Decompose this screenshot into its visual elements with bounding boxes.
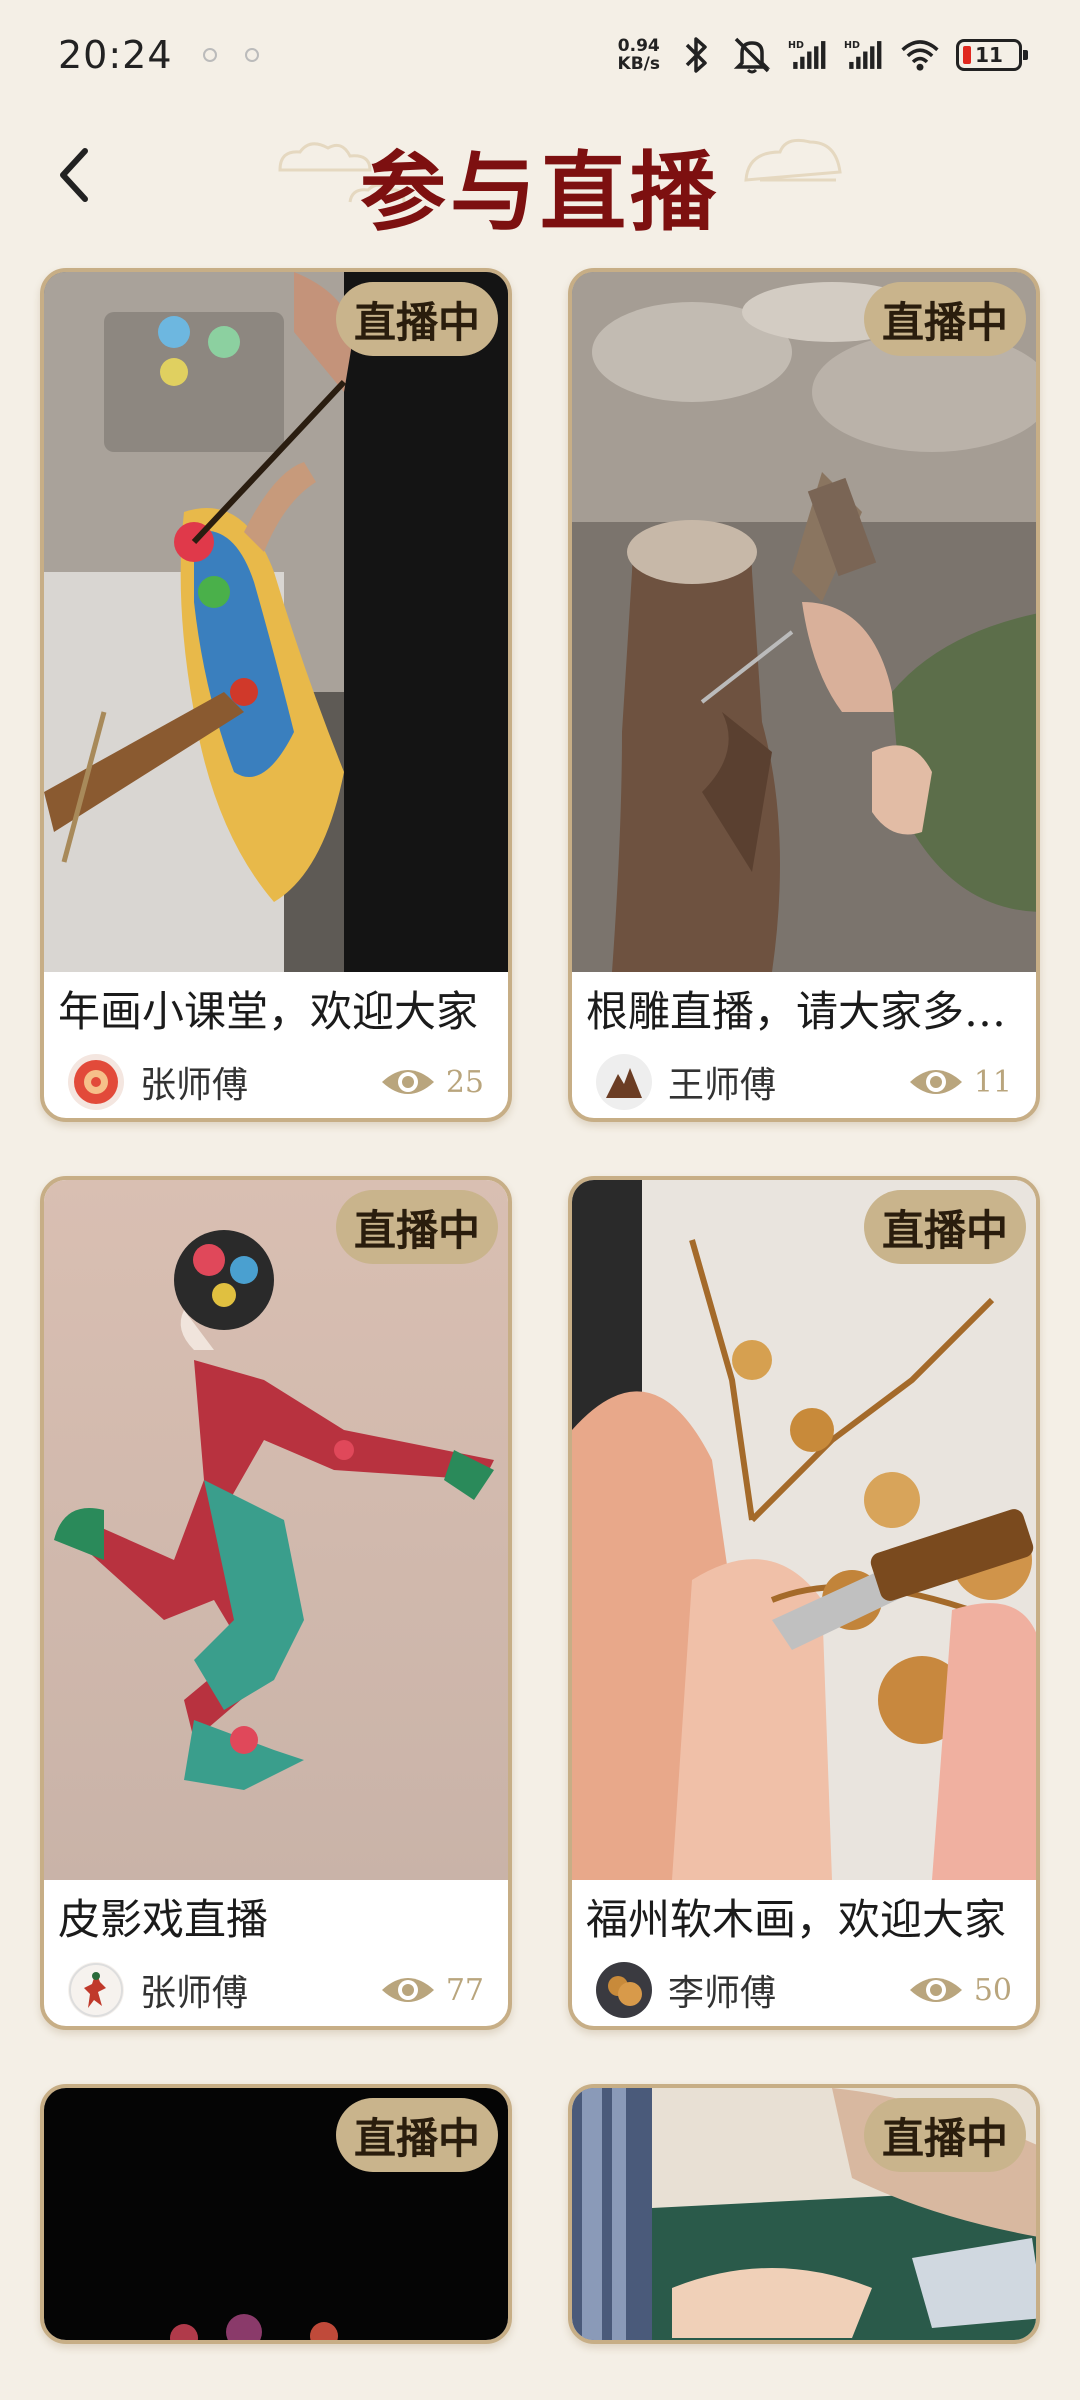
live-cover-image: 直播中 (44, 2088, 508, 2340)
host-name: 张师傅 (140, 1973, 249, 2014)
eye-icon (909, 1070, 962, 1094)
live-status-badge: 直播中 (335, 2098, 498, 2172)
eye-icon (381, 1070, 434, 1094)
live-card[interactable]: 直播中 皮影戏直播 张师傅 77 (40, 1176, 512, 2030)
live-status-badge: 直播中 (863, 282, 1026, 356)
live-title: 福州软木画，欢迎大家 (586, 1895, 1007, 1944)
svg-text:HD: HD (844, 40, 860, 51)
svg-text:HD: HD (788, 40, 804, 51)
live-card[interactable]: 直播中 根雕直播，请大家多… 王师傅 11 (568, 268, 1040, 1122)
signal-hd-icon: HD (788, 35, 828, 75)
avatar (596, 1962, 652, 2018)
status-time: 20:24 (58, 33, 173, 77)
live-card[interactable]: 直播中 年画小课堂，欢迎大家 张师傅 25 (40, 268, 512, 1122)
live-title: 年画小课堂，欢迎大家 (58, 987, 479, 1036)
live-cover-image: 直播中 (572, 1180, 1036, 1880)
wifi-icon (900, 35, 940, 75)
live-card[interactable]: 直播中 (40, 2084, 512, 2344)
host-name: 王师傅 (668, 1065, 777, 1106)
avatar (68, 1962, 124, 2018)
avatar (68, 1054, 124, 1110)
live-status-badge: 直播中 (335, 1190, 498, 1264)
eye-icon (381, 1978, 434, 2002)
view-count: 77 (380, 1972, 484, 2008)
live-cover-image: 直播中 (44, 272, 508, 972)
view-count: 25 (380, 1064, 484, 1100)
notification-dots (202, 48, 259, 62)
status-icons: 0.94 KB/s HD HD 11 (617, 35, 1028, 75)
live-cover-image: 直播中 (572, 2088, 1036, 2340)
live-title: 根雕直播，请大家多… (586, 987, 1007, 1036)
live-cover-image: 直播中 (44, 1180, 508, 1880)
view-count: 11 (908, 1064, 1012, 1100)
live-card[interactable]: 直播中 (568, 2084, 1040, 2344)
header: 参与直播 (0, 110, 1080, 243)
live-grid: 直播中 年画小课堂，欢迎大家 张师傅 25 直播中 根雕直播，请大家多… 王师傅… (40, 268, 1040, 2344)
signal-hd-icon: HD (844, 35, 884, 75)
eye-icon (909, 1978, 962, 2002)
live-status-badge: 直播中 (863, 2098, 1026, 2172)
live-title: 皮影戏直播 (58, 1895, 269, 1944)
live-status-badge: 直播中 (863, 1190, 1026, 1264)
view-count: 50 (908, 1972, 1012, 2008)
host-name: 李师傅 (668, 1973, 777, 2014)
mute-bell-icon (732, 35, 772, 75)
page-title: 参与直播 (360, 142, 720, 243)
avatar (596, 1054, 652, 1110)
host-name: 张师傅 (140, 1065, 249, 1106)
live-card[interactable]: 直播中 福州软木画，欢迎大家 李师傅 50 (568, 1176, 1040, 2030)
net-speed: 0.94 KB/s (617, 36, 660, 74)
battery-icon: 11 (956, 39, 1028, 71)
live-cover-image: 直播中 (572, 272, 1036, 972)
status-bar: 20:24 0.94 KB/s HD HD 11 (0, 0, 1080, 110)
bluetooth-icon (676, 35, 716, 75)
live-status-badge: 直播中 (335, 282, 498, 356)
